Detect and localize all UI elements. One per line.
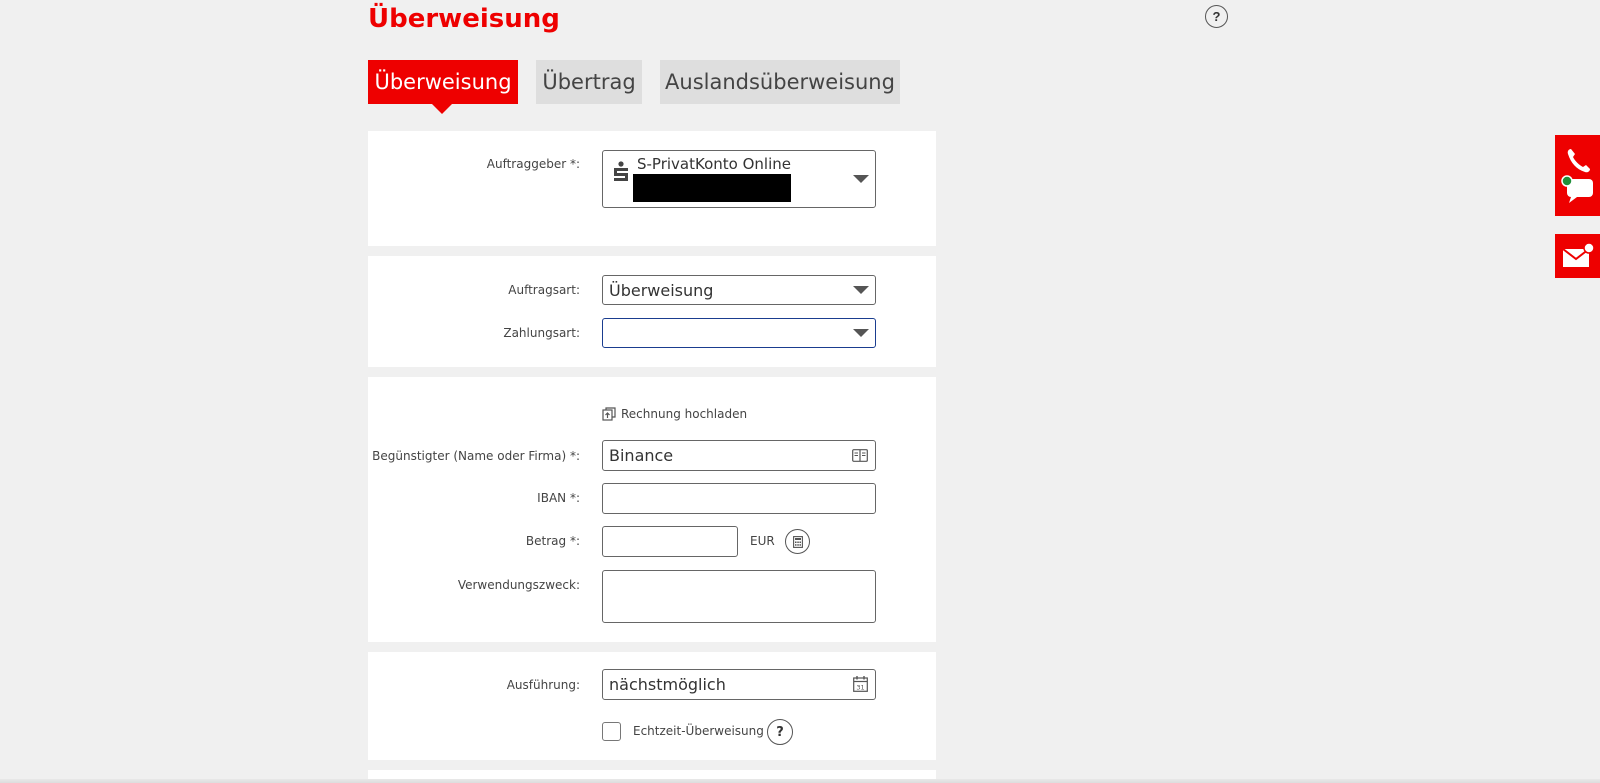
tab-auslandsueberweisung[interactable]: Auslandsüberweisung [660, 60, 900, 104]
betrag-label: Betrag *: [525, 534, 580, 548]
redacted-account-number [633, 174, 791, 202]
ausfuehrung-card: Ausführung: nächstmöglich 31 Echtzeit-Üb… [368, 652, 936, 760]
beguenstigter-label: Begünstigter (Name oder Firma) *: [372, 449, 580, 463]
auftraggeber-label: Auftraggeber *: [486, 157, 580, 171]
chevron-down-icon [853, 286, 869, 294]
upload-label: Rechnung hochladen [621, 407, 748, 421]
beguenstigter-input[interactable]: Binance [602, 440, 876, 471]
mail-icon [1561, 242, 1595, 267]
tab-uebertrag[interactable]: Übertrag [536, 60, 642, 104]
ausfuehrung-label: Ausführung: [506, 678, 580, 692]
calendar-icon[interactable]: 31 [853, 676, 868, 692]
iban-label: IBAN *: [537, 491, 580, 505]
zahlungsart-select[interactable] [602, 318, 876, 348]
iban-input[interactable] [602, 483, 876, 514]
auftraggeber-select[interactable]: S-PrivatKonto Online [602, 150, 876, 208]
chat-icon[interactable] [1560, 174, 1595, 205]
upload-document-icon [602, 407, 616, 421]
echtzeit-checkbox[interactable] [602, 722, 621, 741]
auftraggeber-card: Auftraggeber *: S-PrivatKonto Online [368, 131, 936, 246]
address-book-icon[interactable] [852, 449, 868, 462]
help-icon: ? [776, 724, 784, 740]
echtzeit-help-button[interactable]: ? [767, 719, 793, 745]
zahlungsart-label: Zahlungsart: [503, 326, 580, 340]
currency-label: EUR [750, 534, 775, 548]
auftragsart-label: Auftragsart: [508, 283, 580, 297]
sparkasse-logo-icon [614, 161, 628, 181]
ausfuehrung-value: nächstmöglich [609, 675, 726, 694]
contact-panel[interactable] [1555, 135, 1600, 216]
betrag-input[interactable] [602, 526, 738, 557]
echtzeit-label: Echtzeit-Überweisung [633, 724, 764, 738]
help-button[interactable]: ? [1205, 5, 1228, 28]
phone-icon[interactable] [1565, 147, 1591, 175]
account-name: S-PrivatKonto Online [637, 155, 791, 173]
auftragsart-select[interactable]: Überweisung [602, 275, 876, 305]
tab-ueberweisung[interactable]: Überweisung [368, 60, 518, 114]
verwendungszweck-textarea[interactable] [602, 570, 876, 623]
page-fold [0, 779, 1600, 783]
chevron-down-icon [853, 175, 869, 183]
mail-button[interactable] [1555, 234, 1600, 278]
empfaenger-card: Rechnung hochladen Begünstigter (Name od… [368, 377, 936, 642]
auftrag-card: Auftragsart: Überweisung Zahlungsart: [368, 256, 936, 367]
chevron-down-icon [853, 329, 869, 337]
ausfuehrung-date-input[interactable]: nächstmöglich 31 [602, 669, 876, 700]
rechnung-hochladen-link[interactable]: Rechnung hochladen [602, 407, 747, 421]
verwendungszweck-label: Verwendungszweck: [457, 578, 580, 592]
auftragsart-value: Überweisung [609, 280, 714, 300]
page-title: Überweisung [368, 4, 560, 34]
beguenstigter-value: Binance [609, 446, 674, 465]
svg-text:31: 31 [856, 684, 864, 692]
calculator-icon [792, 535, 803, 548]
calculator-button[interactable] [785, 529, 810, 554]
